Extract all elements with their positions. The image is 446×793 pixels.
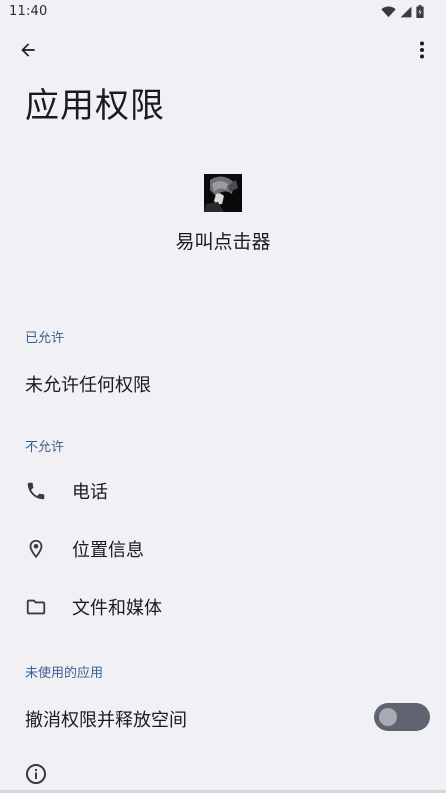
permission-item-files-media[interactable]: 文件和媒体: [0, 578, 446, 636]
status-icons: [381, 5, 424, 18]
folder-icon: [24, 595, 48, 619]
top-app-bar: [0, 34, 446, 70]
page-title: 应用权限: [25, 86, 165, 126]
revoke-permissions-row[interactable]: 撤消权限并释放空间: [0, 690, 446, 746]
revoke-permissions-label: 撤消权限并释放空间: [25, 710, 187, 731]
permission-label-phone: 电话: [72, 482, 108, 503]
permission-item-phone[interactable]: 电话: [0, 462, 446, 520]
app-avatar-icon: [204, 174, 242, 212]
signal-icon: [400, 6, 412, 18]
permission-label-location: 位置信息: [72, 540, 144, 561]
battery-icon: [416, 5, 424, 18]
toggle-knob: [379, 708, 397, 726]
revoke-permissions-toggle[interactable]: [374, 703, 430, 731]
more-vert-icon: [419, 41, 425, 63]
section-header-unused-apps: 未使用的应用: [25, 666, 104, 681]
app-header: 易叫点击器: [0, 174, 446, 254]
phone-icon: [24, 479, 48, 503]
wifi-icon: [381, 5, 396, 18]
status-bar: 11:40: [0, 0, 446, 26]
arrow-back-icon: [18, 40, 38, 64]
app-name: 易叫点击器: [175, 231, 271, 253]
back-button[interactable]: [12, 34, 44, 70]
permission-label-files-media: 文件和媒体: [72, 598, 162, 619]
more-options-button[interactable]: [408, 34, 436, 70]
section-header-allowed: 已允许: [25, 331, 65, 346]
no-permissions-allowed-text: 未允许任何权限: [25, 375, 151, 396]
section-header-denied: 不允许: [25, 440, 65, 455]
status-time: 11:40: [9, 4, 48, 19]
info-icon[interactable]: [24, 762, 48, 786]
permission-item-location[interactable]: 位置信息: [0, 520, 446, 578]
location-icon: [24, 537, 48, 561]
